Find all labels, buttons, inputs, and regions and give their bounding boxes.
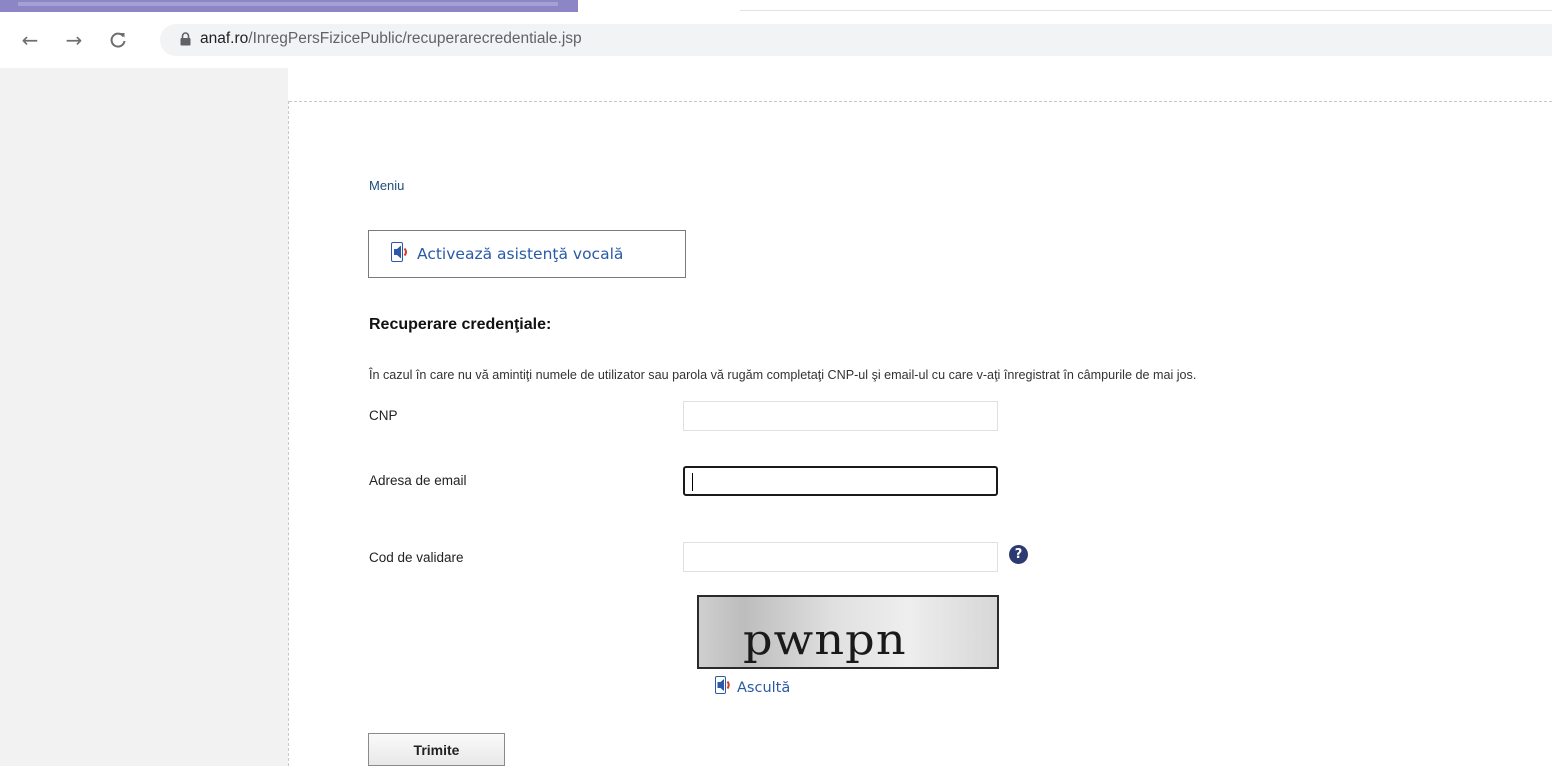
url-path: /InregPersFizicePublic/recuperarecredent… — [248, 30, 582, 47]
left-pane — [0, 68, 288, 766]
listen-label: Ascultă — [737, 679, 791, 696]
help-icon[interactable]: ? — [1009, 545, 1028, 564]
menu-link[interactable]: Meniu — [369, 178, 404, 193]
browser-toolbar: ← → anaf.ro/InregPersFizicePublic/recupe… — [0, 12, 1552, 68]
back-arrow-icon[interactable]: ← — [16, 26, 44, 54]
browser-tab-strip — [0, 0, 1552, 12]
cnp-label: CNP — [369, 408, 398, 423]
listen-captcha-link[interactable]: Ascultă — [715, 676, 790, 699]
page-viewport: Meniu Activează asistenţă vocală Recuper… — [0, 68, 1552, 766]
url-text: anaf.ro/InregPersFizicePublic/recuperare… — [200, 30, 582, 48]
email-label: Adresa de email — [369, 473, 467, 488]
voice-assist-button[interactable]: Activează asistenţă vocală — [368, 230, 686, 278]
page-title: Recuperare credenţiale: — [369, 316, 552, 333]
voice-assist-label: Activează asistenţă vocală — [417, 245, 624, 263]
captcha-image: pwnpn — [697, 595, 999, 669]
forward-arrow-icon[interactable]: → — [60, 26, 88, 54]
url-host: anaf.ro — [200, 30, 249, 47]
speaker-icon — [715, 676, 735, 699]
captcha-text: pwnpn — [743, 615, 907, 664]
submit-button[interactable]: Trimite — [368, 733, 505, 766]
instructions-text: În cazul în care nu vă amintiţi numele d… — [369, 368, 1197, 382]
validation-code-label: Cod de validare — [369, 550, 464, 565]
active-tab[interactable] — [0, 0, 578, 12]
speaker-icon — [391, 241, 413, 267]
text-caret — [692, 473, 693, 491]
address-bar[interactable]: anaf.ro/InregPersFizicePublic/recuperare… — [160, 24, 1552, 56]
reload-icon[interactable] — [104, 26, 132, 54]
email-field[interactable] — [683, 466, 998, 496]
validation-code-field[interactable] — [683, 542, 998, 572]
cnp-field[interactable] — [683, 401, 998, 431]
lock-icon — [180, 32, 191, 51]
